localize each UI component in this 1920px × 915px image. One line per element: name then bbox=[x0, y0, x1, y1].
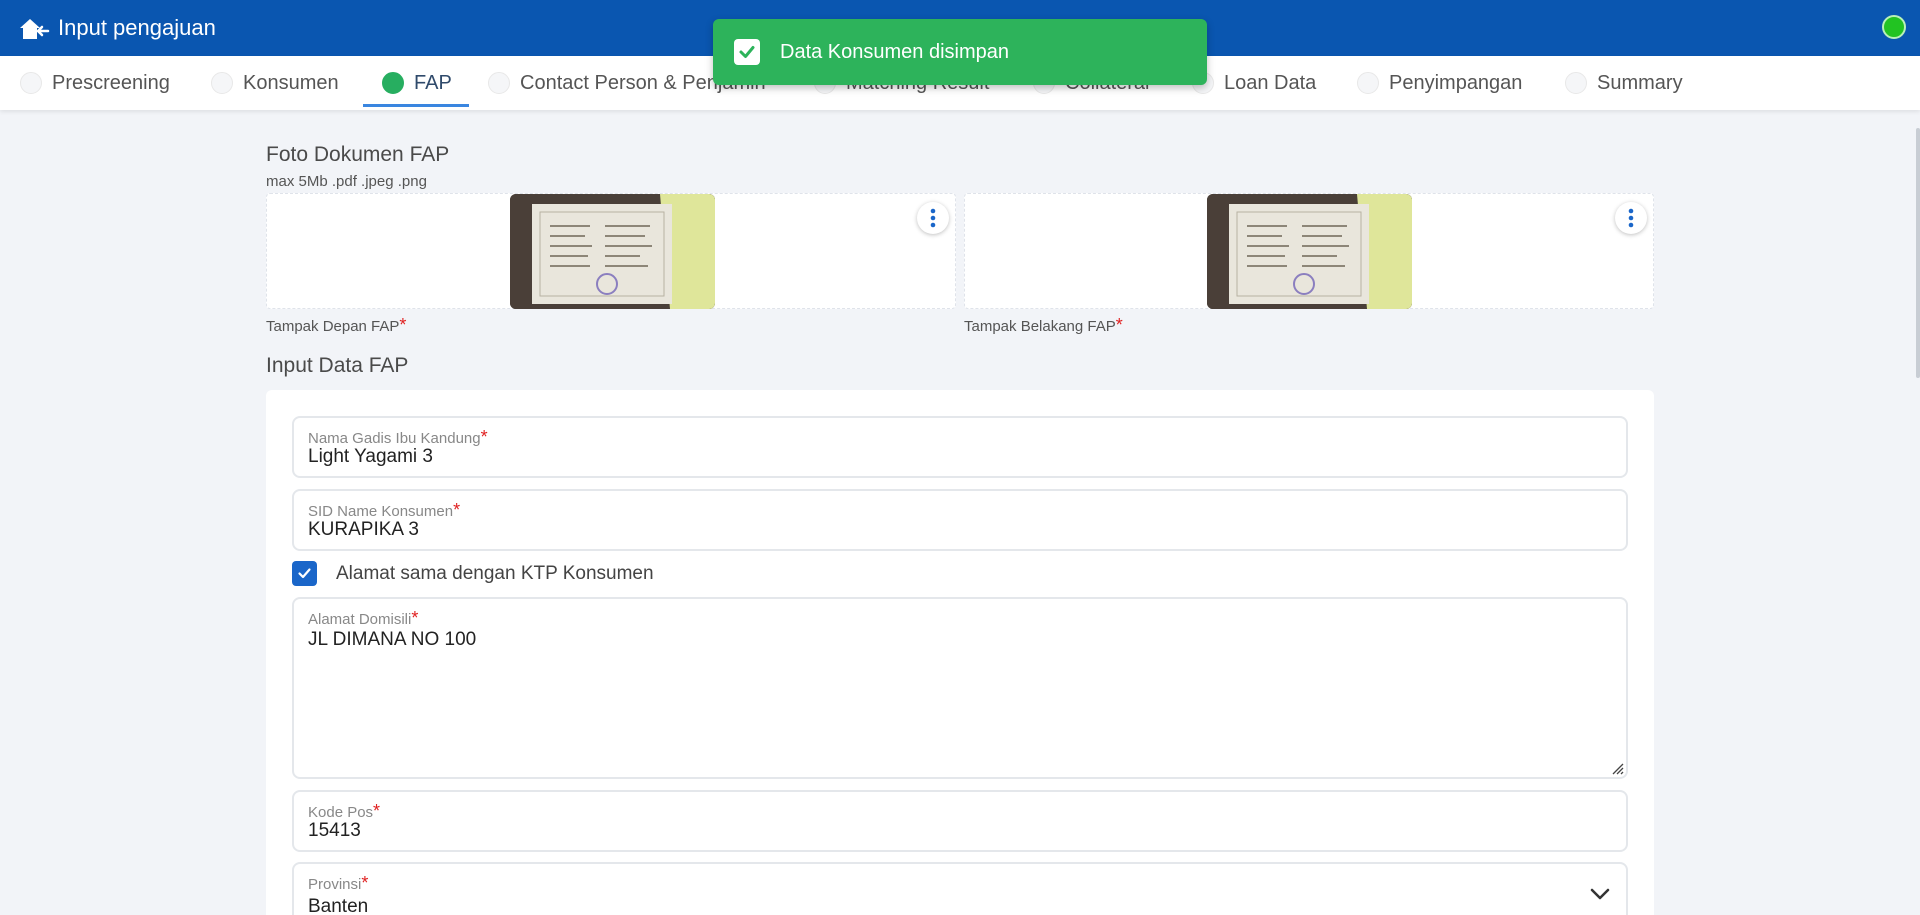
chevron-down-icon bbox=[1590, 888, 1610, 900]
tab-label: Prescreening bbox=[52, 71, 170, 94]
sid-name-field[interactable]: SID Name Konsumen* KURAPIKA 3 bbox=[292, 489, 1628, 551]
mother-name-field[interactable]: Nama Gadis Ibu Kandung* Light Yagami 3 bbox=[292, 416, 1628, 478]
tab-summary[interactable]: Summary bbox=[1565, 56, 1683, 110]
tab-loan-data[interactable]: Loan Data bbox=[1192, 56, 1316, 110]
field-label: Nama Gadis Ibu Kandung* bbox=[308, 427, 488, 447]
back-photo-menu-button[interactable] bbox=[1615, 202, 1647, 234]
postal-code-value: 15413 bbox=[308, 820, 361, 841]
tab-label: FAP bbox=[414, 71, 452, 94]
postal-code-field[interactable]: Kode Pos* 15413 bbox=[292, 790, 1628, 852]
address-value: JL DIMANA NO 100 bbox=[308, 629, 477, 650]
mother-name-value: Light Yagami 3 bbox=[308, 446, 433, 467]
resize-handle-icon[interactable] bbox=[1608, 759, 1624, 775]
back-document-photo[interactable] bbox=[1207, 194, 1412, 309]
back-photo-label: Tampak Belakang FAP* bbox=[964, 315, 1123, 335]
step-circle-icon bbox=[211, 72, 233, 94]
same-address-label: Alamat sama dengan KTP Konsumen bbox=[336, 563, 654, 584]
step-circle-icon bbox=[20, 72, 42, 94]
field-label: Kode Pos* bbox=[308, 801, 381, 821]
home-back-icon[interactable] bbox=[18, 15, 50, 43]
sid-name-value: KURAPIKA 3 bbox=[308, 519, 419, 540]
province-value: Banten bbox=[308, 896, 369, 915]
province-select[interactable]: Provinsi* Banten bbox=[292, 862, 1628, 915]
upload-hint: max 5Mb .pdf .jpeg .png bbox=[266, 173, 427, 190]
check-icon bbox=[298, 568, 311, 579]
form-section-title: Input Data FAP bbox=[266, 354, 409, 377]
tab-label: Summary bbox=[1597, 71, 1683, 94]
front-document-photo[interactable] bbox=[510, 194, 715, 309]
same-address-checkbox[interactable] bbox=[292, 561, 317, 586]
step-complete-icon bbox=[382, 72, 404, 94]
tab-penyimpangan[interactable]: Penyimpangan bbox=[1357, 56, 1522, 110]
tab-label: Konsumen bbox=[243, 71, 339, 94]
field-label: SID Name Konsumen* bbox=[308, 500, 461, 520]
tab-label: Penyimpangan bbox=[1389, 71, 1523, 94]
front-photo-label: Tampak Depan FAP* bbox=[266, 315, 407, 335]
documents-section-title: Foto Dokumen FAP bbox=[266, 143, 450, 166]
checkmark-icon bbox=[734, 39, 760, 65]
address-textarea[interactable]: Alamat Domisili* JL DIMANA NO 100 bbox=[292, 597, 1628, 779]
step-circle-icon bbox=[1565, 72, 1587, 94]
field-label: Alamat Domisili* bbox=[308, 608, 419, 628]
tab-fap[interactable]: FAP bbox=[382, 56, 452, 110]
tab-konsumen[interactable]: Konsumen bbox=[211, 56, 339, 110]
success-toast: Data Konsumen disimpan bbox=[713, 19, 1207, 85]
back-photo-upload[interactable] bbox=[964, 193, 1654, 309]
more-vertical-icon bbox=[930, 208, 936, 228]
tab-prescreening[interactable]: Prescreening bbox=[20, 56, 170, 110]
page-title: Input pengajuan bbox=[58, 15, 216, 40]
toast-message: Data Konsumen disimpan bbox=[780, 40, 1010, 63]
online-status-indicator bbox=[1882, 15, 1906, 39]
tab-label: Loan Data bbox=[1224, 71, 1317, 94]
more-vertical-icon bbox=[1628, 208, 1634, 228]
front-photo-menu-button[interactable] bbox=[917, 202, 949, 234]
front-photo-upload[interactable] bbox=[266, 193, 956, 309]
active-tab-indicator bbox=[363, 104, 469, 107]
step-circle-icon bbox=[1357, 72, 1379, 94]
field-label: Provinsi* bbox=[308, 873, 369, 893]
scrollbar[interactable] bbox=[1916, 128, 1920, 378]
step-circle-icon bbox=[488, 72, 510, 94]
